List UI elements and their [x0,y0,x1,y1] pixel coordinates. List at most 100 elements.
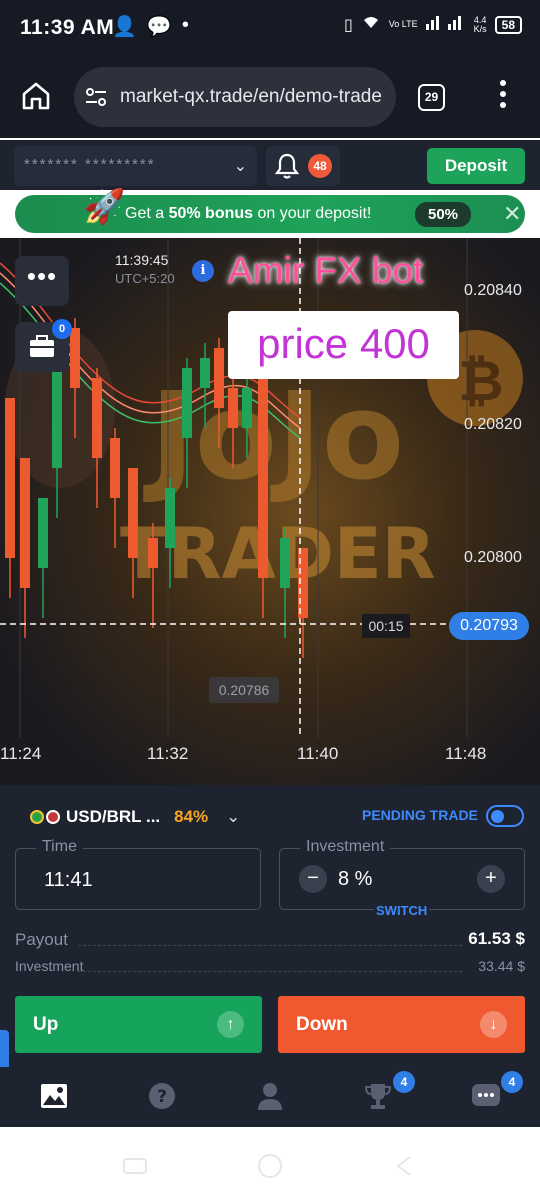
candle-body [5,398,15,558]
trophy-icon [364,1084,392,1109]
home-icon[interactable] [20,80,52,112]
browser-menu-icon[interactable] [495,80,511,116]
overlay-price: price 400 [228,311,459,379]
investment-row-label: Investment [15,958,84,974]
down-label: Down [296,1014,348,1035]
dot-icon: • [181,14,189,36]
nav-profile-button[interactable] [255,1081,285,1111]
bonus-banner[interactable]: 🚀 Get a 50% bonus on your deposit! 50% ✕ [15,188,525,233]
pending-trade-toggle[interactable] [486,805,524,827]
bottom-nav: ? 4 4 [0,1067,540,1127]
pending-trade-label[interactable]: PENDING TRADE [362,807,478,823]
nav-help-button[interactable]: ? [147,1081,177,1111]
up-button[interactable]: Up ↑ [15,996,262,1053]
help-icon: ? [149,1083,175,1109]
person-add-icon: 👤 [112,16,137,38]
investment-row-value: 33.44 $ [478,958,525,974]
deposit-button[interactable]: Deposit [427,148,525,184]
overlay-title: Amir FX bot [228,250,424,291]
time-field[interactable]: Time 11:41 [15,838,261,910]
app-header: ******* ********* ⌄ 48 Deposit [0,140,540,190]
down-button[interactable]: Down ↓ [278,996,525,1053]
status-notification-icons: 👤 💬 • [112,14,189,39]
recents-icon[interactable] [123,1158,147,1174]
investment-field-label: Investment [300,838,391,856]
url-text[interactable]: market-qx.trade/en/demo-trade [120,86,382,108]
address-bar[interactable]: market-qx.trade/en/demo-trade [74,67,396,127]
net-speed: 4.4 K/s [474,15,487,34]
payout-label: Payout [15,930,68,949]
increase-investment-button[interactable]: + [477,865,505,893]
signal-icon [425,14,466,35]
brazil-flag-icon [30,810,44,824]
status-right-icons: ▯ Vo LTE 4.4 K/s 58 [344,14,522,35]
image-chart-icon [41,1084,67,1108]
price-tick-label: 0.20820 [464,416,522,433]
chat-bubble-icon: 💬 [146,16,172,38]
tournaments-badge: 4 [393,1071,415,1093]
nav-chart-button[interactable] [39,1081,69,1111]
up-label: Up [33,1014,59,1035]
site-settings-icon[interactable] [84,85,108,109]
candle-body [52,358,62,468]
nav-tournaments-button[interactable] [363,1081,393,1111]
current-price-label: 0.20793 [449,612,529,640]
chart-clock: 11:39:45 [115,252,169,268]
chevron-down-icon: ⌄ [226,807,241,826]
svg-text:?: ? [157,1087,167,1107]
home-nav-icon[interactable] [258,1154,282,1178]
time-tick-label: 11:48 [445,744,487,763]
time-tick-label: 11:24 [0,744,42,763]
asset-payout-pct: 84% [174,807,209,826]
bell-icon [274,152,300,180]
candle-body [128,468,138,558]
switch-button[interactable]: SWITCH [374,903,430,918]
close-icon[interactable]: ✕ [503,201,521,227]
wifi-icon [361,14,381,35]
candle-body [280,538,290,588]
browser-toolbar: market-qx.trade/en/demo-trade 29 [0,56,540,138]
notifications-button[interactable]: 48 [266,146,340,186]
candle-body [165,488,175,548]
battery-icon: 58 [494,15,522,34]
candle-body [228,388,238,428]
notification-badge: 48 [308,154,332,178]
banner-text-bold: 50% bonus [168,205,254,222]
chat-icon [472,1084,500,1106]
candle-body [92,378,102,458]
back-icon[interactable] [396,1156,411,1176]
payout-value: 61.53 $ [468,929,525,948]
candle-body [148,538,158,568]
info-icon[interactable]: i [192,260,214,282]
banner-text: Get a 50% bonus on your deposit! [125,205,371,223]
network-type: Vo LTE [388,19,418,29]
investment-value[interactable]: 8 % [338,868,372,891]
svg-text:₿: ₿ [458,349,504,414]
portfolio-badge: 0 [52,319,72,339]
user-icon [258,1083,282,1110]
price-tick-label: 0.20800 [464,549,522,566]
candle-body [258,378,268,578]
time-tick-label: 11:40 [297,744,339,763]
trade-panel: USD/BRL ... 84% ⌄ PENDING TRADE Time 11:… [0,785,540,1067]
decrease-investment-button[interactable]: − [299,865,327,893]
us-flag-icon [46,810,60,824]
tab-switcher-button[interactable]: 29 [418,84,445,111]
banner-badge: 50% [415,202,471,227]
vibrate-icon: ▯ [343,16,353,34]
candle-body [242,388,252,428]
account-masked: ******* ********* [24,156,156,173]
account-selector[interactable]: ******* ********* ⌄ [14,146,257,186]
status-bar: 11:39 AM 👤 💬 • ▯ Vo LTE 4.4 K/s 58 [0,0,540,56]
time-field-label: Time [36,838,83,856]
asset-selector[interactable]: USD/BRL ... 84% ⌄ [30,807,240,827]
chart-timezone[interactable]: UTC+5:20 [115,271,175,286]
candle-body [110,438,120,498]
candle-body [70,328,80,388]
candle-body [182,368,192,438]
more-tools-button[interactable]: ••• [15,256,69,306]
time-value[interactable]: 11:41 [44,869,93,892]
nav-chat-button[interactable] [471,1081,501,1111]
price-chart[interactable]: JoJo TRADER ₿ ••• 0 11:39:45 UTC+5:20 i … [0,238,540,785]
investment-field[interactable]: Investment − 8 % + SWITCH [279,838,525,918]
